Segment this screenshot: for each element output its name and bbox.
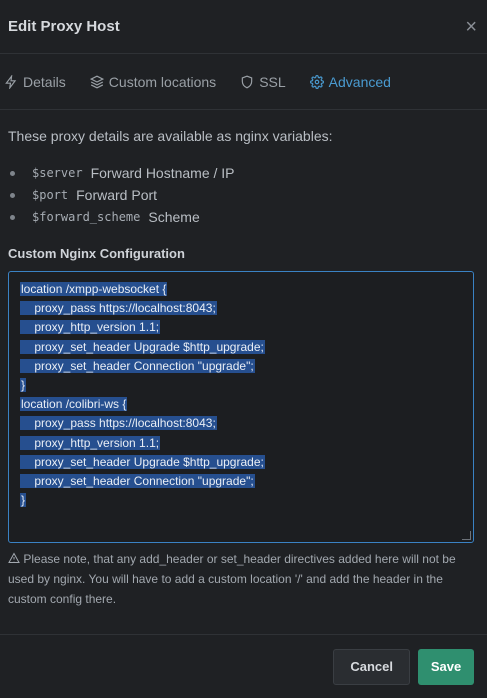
warning-note: Please note, that any add_header or set_… [8,549,479,609]
gear-icon [309,74,324,89]
code-line-text: proxy_set_header Upgrade $http_upgrade; [20,339,265,354]
code-line: proxy_set_header Upgrade $http_upgrade; [20,453,473,472]
list-item: $forward_scheme Scheme [10,206,479,228]
code-line: proxy_set_header Connection "upgrade"; [20,472,473,491]
dialog-header: Edit Proxy Host × [0,0,487,54]
nginx-config-textarea[interactable]: location /xmpp-websocket { proxy_pass ht… [8,271,474,543]
list-item: $port Forward Port [10,184,479,206]
code-line-text: proxy_http_version 1.1; [20,435,161,450]
list-item: $server Forward Hostname / IP [10,162,479,184]
bolt-icon [5,74,17,89]
edit-proxy-host-dialog: Edit Proxy Host × Details Custom locatio… [0,0,487,698]
code-line: proxy_http_version 1.1; [20,318,473,337]
code-line-text: location /colibri-ws { [20,397,128,412]
config-label: Custom Nginx Configuration [8,246,185,261]
dialog-title: Edit Proxy Host [8,18,120,35]
code-line: location /xmpp-websocket { [20,280,473,299]
code-line: proxy_pass https://localhost:8043; [20,414,473,433]
code-line: proxy_set_header Connection "upgrade"; [20,357,473,376]
variable-description: Forward Hostname / IP [90,165,235,181]
variable-code: $forward_scheme [32,210,141,224]
code-line-text: } [20,493,27,508]
variable-code: $port [32,188,69,202]
code-line: proxy_pass https://localhost:8043; [20,299,473,318]
tab-label: Details [23,73,66,90]
warning-triangle-icon [8,552,20,563]
variable-description: Forward Port [76,187,158,203]
tab-details[interactable]: Details [4,54,66,109]
cancel-button[interactable]: Cancel [333,648,410,685]
code-line: } [20,376,473,395]
code-line-text: proxy_set_header Connection "upgrade"; [20,474,255,489]
tab-advanced[interactable]: Advanced [309,54,391,109]
variable-list: $server Forward Hostname / IP $port Forw… [8,162,479,228]
intro-text: These proxy details are available as ngi… [8,128,333,144]
tab-ssl[interactable]: SSL [240,54,286,109]
code-line-text: location /xmpp-websocket { [20,282,168,296]
code-line: proxy_http_version 1.1; [20,434,473,453]
tab-bar: Details Custom locations SSL Advanced [0,54,487,110]
code-line-text: proxy_http_version 1.1; [20,320,161,335]
shield-icon [241,75,253,88]
code-line-text: proxy_set_header Upgrade $http_upgrade; [20,454,265,469]
code-line-text: proxy_set_header Connection "upgrade"; [20,358,255,373]
warning-note-text: Please note, that any add_header or set_… [8,552,456,606]
layers-icon [89,75,104,88]
code-line-text: proxy_pass https://localhost:8043; [20,301,217,316]
tab-label: Custom locations [108,73,217,90]
code-line: proxy_set_header Upgrade $http_upgrade; [20,338,473,357]
resize-handle[interactable] [462,531,471,540]
tab-custom-locations[interactable]: Custom locations [89,54,217,109]
close-icon[interactable]: × [465,17,477,37]
save-button[interactable]: Save [418,648,474,685]
code-line: location /colibri-ws { [20,395,473,414]
variable-code: $server [32,166,83,180]
dialog-footer: Cancel Save [0,634,487,698]
tab-label: SSL [259,73,286,90]
code-line: } [20,491,473,510]
code-line-text: proxy_pass https://localhost:8043; [20,416,217,431]
code-line-text: } [20,378,27,393]
advanced-panel: These proxy details are available as ngi… [0,110,487,609]
variable-description: Scheme [148,209,200,225]
tab-label: Advanced [328,73,391,90]
